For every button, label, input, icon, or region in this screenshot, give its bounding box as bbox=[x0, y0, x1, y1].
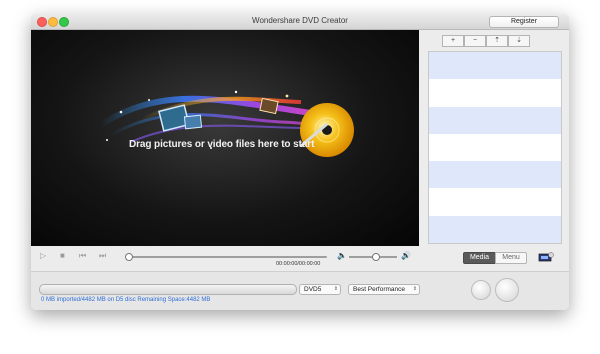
list-item[interactable] bbox=[429, 188, 561, 215]
quality-value: Best Performance bbox=[353, 286, 406, 293]
disc-type-select[interactable]: DVD5 ⇕ bbox=[299, 284, 341, 295]
app-window: Wondershare DVD Creator Register Drag pi… bbox=[31, 14, 569, 310]
tab-media[interactable]: Media bbox=[463, 252, 496, 264]
previous-icon[interactable]: ⏮ bbox=[79, 251, 86, 261]
volume-high-icon: 🔊 bbox=[401, 251, 411, 260]
preview-area[interactable]: Drag pictures or video files here to sta… bbox=[31, 30, 419, 246]
list-item[interactable] bbox=[429, 161, 561, 189]
add-button[interactable]: + bbox=[442, 35, 464, 47]
next-icon[interactable]: ⏭ bbox=[99, 251, 106, 261]
burn-button[interactable] bbox=[495, 278, 519, 302]
capacity-info: 0 MB imported/4482 MB on D5 disc Remaini… bbox=[41, 297, 211, 303]
title-bar: Wondershare DVD Creator Register bbox=[31, 14, 569, 30]
list-item[interactable] bbox=[429, 134, 561, 161]
move-down-button[interactable]: ⇣ bbox=[508, 35, 530, 47]
dvd-burn-icon[interactable] bbox=[538, 252, 554, 263]
timecode: 00:00:00/00:00:00 bbox=[276, 261, 321, 267]
stop-icon[interactable]: ■ bbox=[60, 251, 65, 260]
volume-low-icon: 🔈 bbox=[337, 251, 347, 260]
volume-knob[interactable] bbox=[372, 253, 381, 261]
media-panel: + − ⇡ ⇣ bbox=[419, 30, 569, 246]
list-item[interactable] bbox=[429, 106, 561, 134]
disc-type-value: DVD5 bbox=[304, 286, 322, 293]
quality-select[interactable]: Best Performance ⇕ bbox=[348, 284, 420, 295]
list-item[interactable] bbox=[429, 52, 561, 80]
media-list[interactable] bbox=[428, 51, 562, 244]
chevron-updown-icon: ⇕ bbox=[412, 286, 417, 292]
remove-button[interactable]: − bbox=[464, 35, 486, 47]
tab-menu[interactable]: Menu bbox=[495, 252, 527, 264]
register-button[interactable]: Register bbox=[489, 16, 559, 28]
preview-play-button[interactable] bbox=[471, 280, 491, 300]
progress-track[interactable] bbox=[127, 256, 327, 258]
list-item[interactable] bbox=[429, 79, 561, 106]
play-icon[interactable]: ▷ bbox=[40, 251, 46, 260]
dvd-artwork bbox=[99, 90, 354, 157]
progress-knob[interactable] bbox=[125, 253, 133, 261]
move-up-button[interactable]: ⇡ bbox=[486, 35, 508, 47]
list-item[interactable] bbox=[429, 215, 561, 244]
chevron-updown-icon: ⇕ bbox=[333, 286, 338, 292]
capacity-bar bbox=[39, 284, 297, 295]
bottom-bar: 0 MB imported/4482 MB on D5 disc Remaini… bbox=[31, 271, 569, 310]
drop-hint-text: Drag pictures or video files here to sta… bbox=[129, 139, 315, 150]
